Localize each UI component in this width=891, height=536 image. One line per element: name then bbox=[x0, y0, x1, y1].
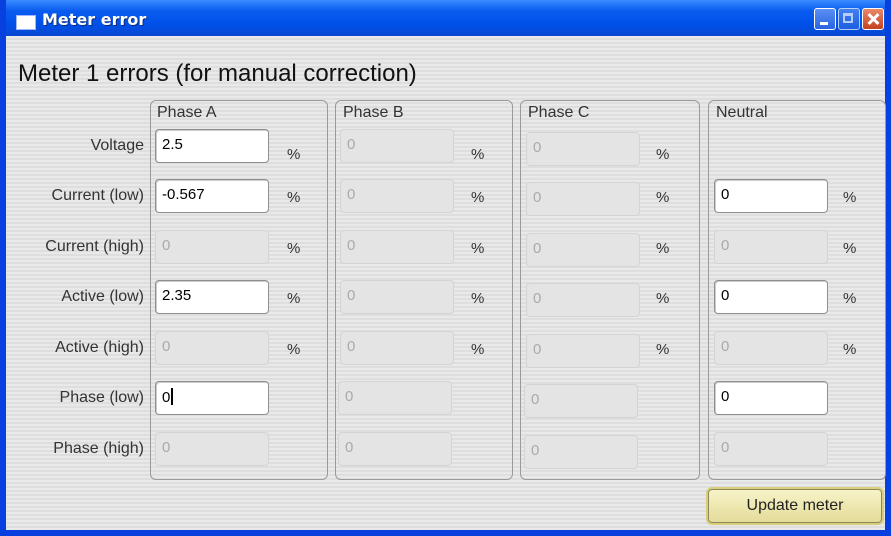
neutral-active-high-field: 0 bbox=[714, 331, 828, 365]
unit-label: % bbox=[471, 240, 485, 257]
unit-label: % bbox=[471, 146, 485, 163]
maximize-button[interactable] bbox=[838, 8, 860, 30]
phase-b-phase-high-field: 0 bbox=[338, 432, 452, 466]
phase-b-active-high-field: 0 bbox=[340, 331, 454, 365]
phase-c-active-low-field: 0 bbox=[526, 283, 640, 317]
phase-c-current-low-field: 0 bbox=[526, 182, 640, 216]
phase-a-active-low-field[interactable]: 2.35 bbox=[155, 280, 269, 314]
group-label-phase-b: Phase B bbox=[343, 104, 404, 121]
group-label-neutral: Neutral bbox=[716, 104, 768, 121]
phase-b-current-low-field: 0 bbox=[340, 179, 454, 213]
title-bar[interactable]: Meter error bbox=[6, 0, 885, 36]
phase-a-phase-low-value: 0 bbox=[162, 389, 171, 406]
neutral-phase-high-field: 0 bbox=[714, 432, 828, 466]
row-label-active-high: Active (high) bbox=[55, 339, 144, 356]
phase-c-voltage-field: 0 bbox=[526, 132, 640, 166]
unit-label: % bbox=[843, 341, 857, 358]
unit-label: % bbox=[471, 290, 485, 307]
phase-b-current-high-field: 0 bbox=[340, 230, 454, 264]
phase-a-current-high-field: 0 bbox=[155, 230, 269, 264]
page-title: Meter 1 errors (for manual correction) bbox=[18, 60, 417, 87]
phase-a-phase-low-field[interactable]: 0 bbox=[155, 381, 269, 415]
row-label-active-low: Active (low) bbox=[61, 288, 144, 305]
window-title: Meter error bbox=[42, 10, 147, 29]
close-button[interactable] bbox=[862, 8, 884, 30]
unit-label: % bbox=[471, 189, 485, 206]
unit-label: % bbox=[656, 290, 670, 307]
row-label-phase-low: Phase (low) bbox=[59, 389, 144, 406]
unit-label: % bbox=[287, 146, 301, 163]
neutral-active-low-field[interactable]: 0 bbox=[714, 280, 828, 314]
phase-c-phase-high-field: 0 bbox=[524, 435, 638, 469]
row-label-phase-high: Phase (high) bbox=[53, 440, 144, 457]
unit-label: % bbox=[287, 290, 301, 307]
unit-label: % bbox=[287, 240, 301, 257]
neutral-current-low-field[interactable]: 0 bbox=[714, 179, 828, 213]
phase-b-voltage-field: 0 bbox=[340, 129, 454, 163]
unit-label: % bbox=[843, 189, 857, 206]
phase-b-phase-low-field: 0 bbox=[338, 381, 452, 415]
window-icon bbox=[16, 15, 36, 30]
unit-label: % bbox=[656, 240, 670, 257]
phase-c-phase-low-field: 0 bbox=[524, 384, 638, 418]
phase-c-active-high-field: 0 bbox=[526, 334, 640, 368]
phase-a-current-low-field[interactable]: -0.567 bbox=[155, 179, 269, 213]
group-label-phase-c: Phase C bbox=[528, 104, 590, 121]
neutral-current-high-field: 0 bbox=[714, 230, 828, 264]
unit-label: % bbox=[287, 341, 301, 358]
update-meter-button[interactable]: Update meter bbox=[708, 489, 882, 523]
phase-a-active-high-field: 0 bbox=[155, 331, 269, 365]
row-label-current-low: Current (low) bbox=[51, 187, 144, 204]
minimize-button[interactable] bbox=[814, 8, 836, 30]
phase-b-active-low-field: 0 bbox=[340, 280, 454, 314]
unit-label: % bbox=[287, 189, 301, 206]
text-cursor bbox=[171, 388, 174, 405]
phase-a-voltage-field[interactable]: 2.5 bbox=[155, 129, 269, 163]
phase-a-phase-high-field: 0 bbox=[155, 432, 269, 466]
row-label-current-high: Current (high) bbox=[45, 238, 144, 255]
unit-label: % bbox=[656, 189, 670, 206]
unit-label: % bbox=[471, 341, 485, 358]
phase-c-current-high-field: 0 bbox=[526, 233, 640, 267]
group-label-phase-a: Phase A bbox=[157, 104, 217, 121]
unit-label: % bbox=[656, 341, 670, 358]
row-label-voltage: Voltage bbox=[90, 137, 144, 154]
unit-label: % bbox=[843, 240, 857, 257]
unit-label: % bbox=[656, 146, 670, 163]
unit-label: % bbox=[843, 290, 857, 307]
neutral-phase-low-field[interactable]: 0 bbox=[714, 381, 828, 415]
